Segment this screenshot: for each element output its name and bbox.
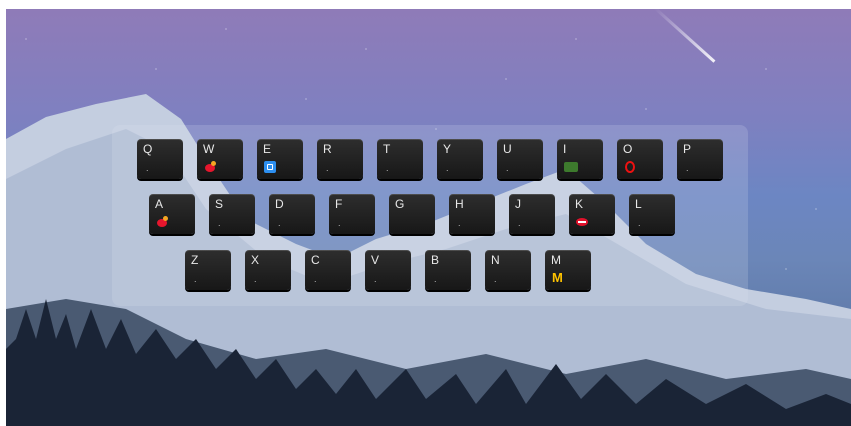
key-dot: . [458,218,461,228]
key-dot: . [278,218,281,228]
key-label: G [395,197,405,211]
mcdonalds-icon: M [552,270,563,285]
weibo-icon [156,216,168,228]
weibo-icon [204,161,216,173]
blue-app-icon [264,161,276,173]
key-dot: . [146,163,149,173]
key-label: I [563,142,567,156]
key-dot: . [686,163,689,173]
key-label: U [503,142,512,156]
key-q[interactable]: Q. [137,139,183,179]
key-dot: . [638,218,641,228]
key-h[interactable]: H. [449,194,495,234]
key-label: W [203,142,215,156]
key-t[interactable]: T. [377,139,423,179]
key-dot: . [254,274,257,284]
key-y[interactable]: Y. [437,139,483,179]
key-z[interactable]: Z. [185,250,231,290]
key-dot: . [518,218,521,228]
key-label: S [215,197,224,211]
key-dot: . [338,218,341,228]
key-label: B [431,253,440,267]
key-c[interactable]: C. [305,250,351,290]
key-dot: . [386,163,389,173]
key-dot: . [218,218,221,228]
key-label: D [275,197,284,211]
key-label: L [635,197,642,211]
key-label: Z [191,253,199,267]
key-label: E [263,142,272,156]
key-label: F [335,197,343,211]
key-x[interactable]: X. [245,250,291,290]
key-label: A [155,197,164,211]
iqiyi-icon [564,162,578,172]
lips-icon [576,216,588,228]
key-dot: . [314,274,317,284]
key-label: K [575,197,584,211]
key-i[interactable]: I [557,139,603,179]
key-dot: . [494,274,497,284]
key-dot: . [326,163,329,173]
key-dot: . [446,163,449,173]
key-o[interactable]: O [617,139,663,179]
key-f[interactable]: F. [329,194,375,234]
key-label: M [551,253,561,267]
key-v[interactable]: V. [365,250,411,290]
key-dot: . [374,274,377,284]
key-label: N [491,253,500,267]
key-label: J [515,197,521,211]
key-j[interactable]: J. [509,194,555,234]
key-r[interactable]: R. [317,139,363,179]
key-label: Y [443,142,452,156]
key-u[interactable]: U. [497,139,543,179]
key-a[interactable]: A [149,194,195,234]
key-label: C [311,253,320,267]
key-label: H [455,197,464,211]
key-e[interactable]: E [257,139,303,179]
key-dot: . [194,274,197,284]
key-s[interactable]: S. [209,194,255,234]
opera-icon [624,161,636,173]
key-w[interactable]: W [197,139,243,179]
key-label: O [623,142,633,156]
key-p[interactable]: P. [677,139,723,179]
key-g[interactable]: G [389,194,435,234]
key-dot: . [434,274,437,284]
key-b[interactable]: B. [425,250,471,290]
key-d[interactable]: D. [269,194,315,234]
key-k[interactable]: K [569,194,615,234]
key-l[interactable]: L. [629,194,675,234]
key-label: X [251,253,260,267]
key-label: R [323,142,332,156]
key-m[interactable]: MM [545,250,591,290]
key-n[interactable]: N. [485,250,531,290]
key-label: Q [143,142,153,156]
key-dot: . [506,163,509,173]
key-label: P [683,142,692,156]
key-label: V [371,253,380,267]
key-label: T [383,142,391,156]
